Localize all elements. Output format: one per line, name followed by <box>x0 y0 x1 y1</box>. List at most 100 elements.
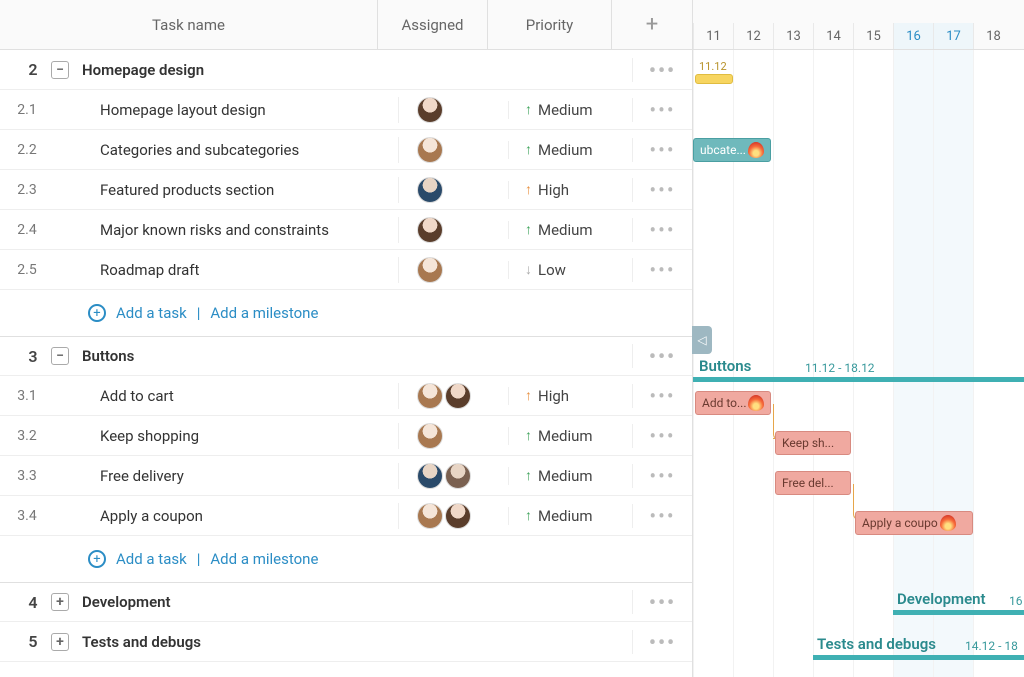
timeline-day[interactable]: 15 <box>853 23 893 49</box>
timeline-day[interactable]: 14 <box>813 23 853 49</box>
avatar[interactable] <box>417 463 443 489</box>
row-actions[interactable]: ••• <box>632 178 692 202</box>
task-row[interactable]: 2.2 Categories and subcategories ↑Medium… <box>0 130 692 170</box>
priority-cell[interactable]: ↑Medium <box>508 141 632 159</box>
priority-cell[interactable]: ↑High <box>508 387 632 405</box>
avatar[interactable] <box>445 463 471 489</box>
panel-collapse-toggle[interactable]: ◁ <box>692 326 712 354</box>
row-actions[interactable]: ••• <box>632 98 692 122</box>
group-row[interactable]: 4 + Development ••• <box>0 582 692 622</box>
gantt-bar[interactable]: Free del... <box>775 471 851 495</box>
task-row[interactable]: 3.2 Keep shopping ↑Medium ••• <box>0 416 692 456</box>
collapse-toggle[interactable]: − <box>51 61 69 79</box>
expand-toggle[interactable]: + <box>51 633 69 651</box>
row-actions[interactable]: ••• <box>632 218 692 242</box>
avatar[interactable] <box>417 137 443 163</box>
assigned-cell[interactable] <box>398 503 508 529</box>
assigned-cell[interactable] <box>398 177 508 203</box>
priority-cell[interactable]: ↑Medium <box>508 101 632 119</box>
timeline-day[interactable]: 17 <box>933 23 973 49</box>
gantt-timeline[interactable]: 11 12 13 14 15 16 17 18 ◁ 11.12 <box>693 0 1024 677</box>
group-name[interactable]: Development <box>72 593 398 611</box>
assigned-cell[interactable] <box>398 257 508 283</box>
task-name[interactable]: Free delivery <box>72 467 398 485</box>
timeline-day[interactable]: 12 <box>733 23 773 49</box>
assigned-cell[interactable] <box>398 217 508 243</box>
avatar[interactable] <box>417 217 443 243</box>
task-name[interactable]: Major known risks and constraints <box>72 221 398 239</box>
row-actions[interactable]: ••• <box>632 58 692 82</box>
gantt-group-label[interactable]: Buttons <box>699 357 751 375</box>
avatar[interactable] <box>445 503 471 529</box>
row-actions[interactable]: ••• <box>632 384 692 408</box>
gantt-bar[interactable] <box>695 74 733 84</box>
task-name[interactable]: Homepage layout design <box>72 101 398 119</box>
task-row[interactable]: 2.4 Major known risks and constraints ↑M… <box>0 210 692 250</box>
assigned-cell[interactable] <box>398 383 508 409</box>
priority-cell[interactable]: ↑Medium <box>508 221 632 239</box>
priority-cell[interactable]: ↑Medium <box>508 427 632 445</box>
add-column-button[interactable]: + <box>612 0 692 49</box>
task-name[interactable]: Add to cart <box>72 387 398 405</box>
task-name[interactable]: Keep shopping <box>72 427 398 445</box>
gantt-bar[interactable]: Keep sh... <box>775 431 851 455</box>
row-actions[interactable]: ••• <box>632 464 692 488</box>
row-actions[interactable]: ••• <box>632 344 692 368</box>
assigned-cell[interactable] <box>398 463 508 489</box>
avatar[interactable] <box>417 423 443 449</box>
priority-cell[interactable]: ↓Low <box>508 261 632 279</box>
row-actions[interactable]: ••• <box>632 258 692 282</box>
timeline-day[interactable]: 13 <box>773 23 813 49</box>
plus-circle-icon[interactable]: + <box>88 304 106 322</box>
task-name[interactable]: Featured products section <box>72 181 398 199</box>
gantt-bar[interactable]: Add to... <box>695 391 771 415</box>
priority-cell[interactable]: ↑Medium <box>508 467 632 485</box>
task-row[interactable]: 2.5 Roadmap draft ↓Low ••• <box>0 250 692 290</box>
expand-toggle[interactable]: + <box>51 593 69 611</box>
gantt-group-label[interactable]: Development <box>897 590 986 608</box>
row-actions[interactable]: ••• <box>632 504 692 528</box>
task-name[interactable]: Categories and subcategories <box>72 141 398 159</box>
group-name[interactable]: Tests and debugs <box>72 633 398 651</box>
add-task-link[interactable]: Add a task <box>116 550 187 568</box>
row-actions[interactable]: ••• <box>632 630 692 654</box>
task-row[interactable]: 3.3 Free delivery ↑Medium ••• <box>0 456 692 496</box>
row-actions[interactable]: ••• <box>632 138 692 162</box>
timeline-day[interactable]: 16 <box>893 23 933 49</box>
assigned-cell[interactable] <box>398 137 508 163</box>
priority-cell[interactable]: ↑High <box>508 181 632 199</box>
task-row[interactable]: 2.1 Homepage layout design ↑Medium ••• <box>0 90 692 130</box>
task-row[interactable]: 3.4 Apply a coupon ↑Medium ••• <box>0 496 692 536</box>
plus-circle-icon[interactable]: + <box>88 550 106 568</box>
group-row[interactable]: 5 + Tests and debugs ••• <box>0 622 692 662</box>
gantt-bar[interactable]: ubcate... <box>693 138 771 162</box>
row-actions[interactable]: ••• <box>632 424 692 448</box>
group-name[interactable]: Buttons <box>72 347 398 365</box>
timeline-body[interactable]: ◁ 11.12 ubcate... Buttons 11.12 - 18.12 … <box>693 50 1024 677</box>
timeline-day[interactable]: 11 <box>693 23 733 49</box>
add-task-link[interactable]: Add a task <box>116 304 187 322</box>
task-row[interactable]: 2.3 Featured products section ↑High ••• <box>0 170 692 210</box>
gantt-bar[interactable]: Apply a coupo <box>855 511 973 535</box>
column-header-task[interactable]: Task name <box>0 0 378 49</box>
collapse-toggle[interactable]: − <box>51 347 69 365</box>
column-header-priority[interactable]: Priority <box>488 0 612 49</box>
avatar[interactable] <box>417 503 443 529</box>
avatar[interactable] <box>417 97 443 123</box>
row-actions[interactable]: ••• <box>632 590 692 614</box>
group-row[interactable]: 2 − Homepage design ••• <box>0 50 692 90</box>
avatar[interactable] <box>445 383 471 409</box>
avatar[interactable] <box>417 257 443 283</box>
group-row[interactable]: 3 − Buttons ••• <box>0 336 692 376</box>
task-row[interactable]: 3.1 Add to cart ↑High ••• <box>0 376 692 416</box>
column-header-assigned[interactable]: Assigned <box>378 0 488 49</box>
assigned-cell[interactable] <box>398 97 508 123</box>
assigned-cell[interactable] <box>398 423 508 449</box>
gantt-group-label[interactable]: Tests and debugs <box>817 635 936 653</box>
add-milestone-link[interactable]: Add a milestone <box>210 550 318 568</box>
timeline-day[interactable]: 18 <box>973 23 1013 49</box>
avatar[interactable] <box>417 177 443 203</box>
add-milestone-link[interactable]: Add a milestone <box>210 304 318 322</box>
task-name[interactable]: Roadmap draft <box>72 261 398 279</box>
task-name[interactable]: Apply a coupon <box>72 507 398 525</box>
